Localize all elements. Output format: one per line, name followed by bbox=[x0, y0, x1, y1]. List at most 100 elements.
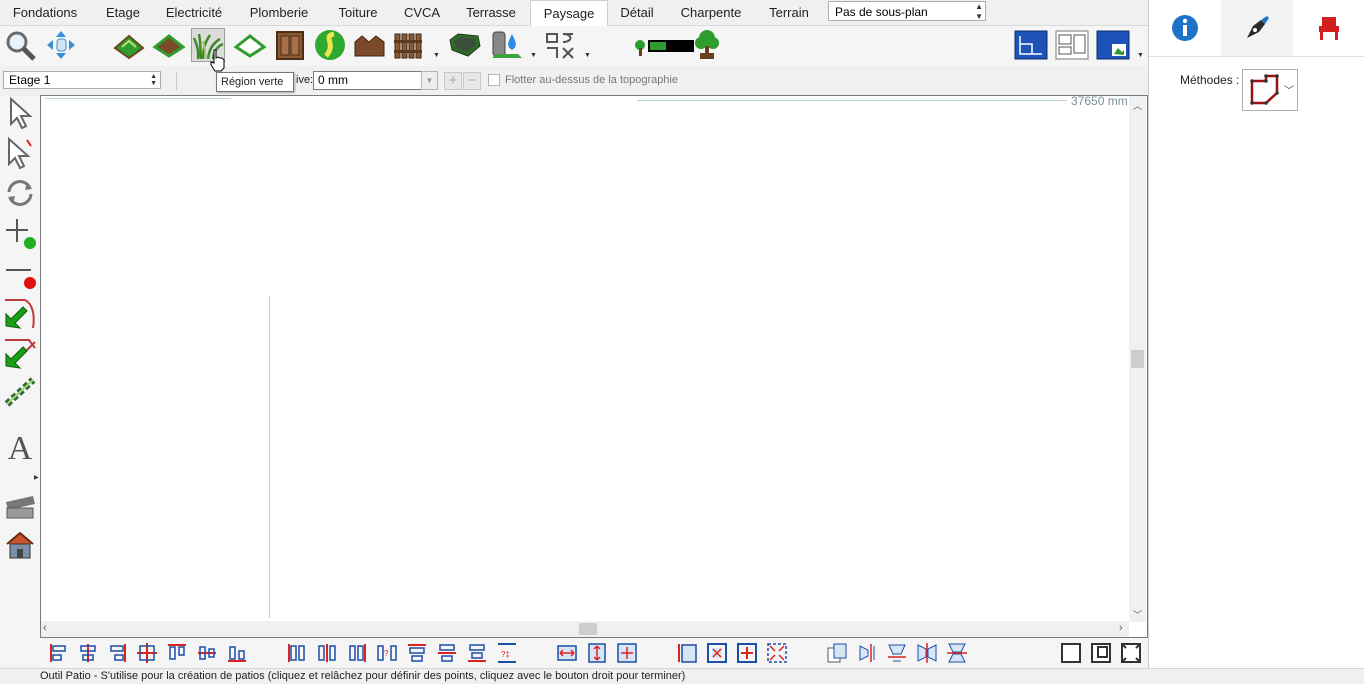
center-x-icon[interactable] bbox=[706, 642, 728, 664]
shrink-icon[interactable] bbox=[766, 642, 788, 664]
green-terrain-icon bbox=[113, 34, 145, 60]
center-plus-icon[interactable] bbox=[736, 642, 758, 664]
vertical-scrollbar[interactable]: ︿ ﹀ bbox=[1129, 96, 1146, 622]
tree-icon bbox=[695, 30, 719, 59]
connector-button[interactable] bbox=[543, 28, 577, 62]
scroll-right-icon[interactable]: › bbox=[1119, 622, 1123, 634]
tab-charpente[interactable]: Charpente bbox=[672, 0, 750, 25]
irrigation-button[interactable] bbox=[490, 28, 524, 62]
rotate-button[interactable] bbox=[3, 176, 37, 210]
fence-dropdown-icon[interactable]: ▼ bbox=[433, 52, 440, 59]
arc-edit-button[interactable] bbox=[3, 296, 37, 330]
scroll-down-icon[interactable]: ﹀ bbox=[1133, 608, 1142, 621]
planting-bed-button[interactable] bbox=[152, 28, 186, 62]
elevation-dropdown-icon[interactable]: ▼ bbox=[421, 71, 438, 90]
tab-plomberie[interactable]: Plomberie bbox=[240, 0, 318, 25]
tab-fondations[interactable]: Fondations bbox=[2, 0, 88, 25]
distribute-right-icon[interactable] bbox=[346, 642, 368, 664]
edging-button[interactable] bbox=[353, 28, 387, 62]
horizontal-scroll-thumb[interactable] bbox=[579, 623, 597, 635]
zoom-button[interactable] bbox=[3, 28, 37, 62]
connector-dropdown-icon[interactable]: ▼ bbox=[584, 52, 591, 59]
resize-height-icon[interactable] bbox=[586, 642, 608, 664]
align-right-icon[interactable] bbox=[106, 642, 128, 664]
tab-cvca[interactable]: CVCA bbox=[397, 0, 447, 25]
space-vertical-icon[interactable]: ?‡ bbox=[496, 642, 518, 664]
distribute-top-icon[interactable] bbox=[406, 642, 428, 664]
plant-growth-button[interactable] bbox=[632, 28, 694, 62]
mirror-top-icon[interactable] bbox=[886, 642, 908, 664]
align-center-icon[interactable] bbox=[77, 642, 99, 664]
corner-frame-icon[interactable] bbox=[1120, 642, 1142, 664]
text-dropdown-icon[interactable]: ▶ bbox=[34, 474, 39, 481]
mirror-left-icon[interactable] bbox=[856, 642, 878, 664]
fence-button[interactable] bbox=[392, 28, 426, 62]
terrain-region-button[interactable] bbox=[112, 28, 146, 62]
elevation-input[interactable]: 0 mm bbox=[313, 71, 423, 90]
line-edit-button[interactable] bbox=[3, 336, 37, 370]
increase-button[interactable]: + bbox=[444, 72, 462, 90]
floor-select[interactable]: Etage 1 ▲ ▼ bbox=[3, 71, 161, 89]
irrigation-dropdown-icon[interactable]: ▼ bbox=[530, 52, 537, 59]
plant-growth-icon bbox=[635, 40, 694, 56]
align-middle-icon[interactable] bbox=[196, 642, 218, 664]
drawing-canvas[interactable]: 37650 mm bbox=[40, 94, 1148, 638]
svg-text:?‡: ?‡ bbox=[501, 650, 510, 659]
float-checkbox-label: Flotter au-dessus de la topographie bbox=[505, 74, 679, 86]
tab-etage[interactable]: Etage bbox=[92, 0, 154, 25]
copy-paste-icon[interactable] bbox=[826, 642, 848, 664]
plant-button[interactable] bbox=[690, 28, 724, 62]
resize-width-icon[interactable] bbox=[556, 642, 578, 664]
style-tab[interactable] bbox=[1221, 0, 1293, 56]
add-point-button[interactable] bbox=[3, 216, 37, 250]
tab-terrasse[interactable]: Terrasse bbox=[458, 0, 524, 25]
methods-dropdown[interactable]: ﹀ bbox=[1242, 69, 1298, 111]
select-button[interactable] bbox=[3, 96, 37, 130]
text-button[interactable]: A bbox=[3, 430, 37, 467]
match-height-icon[interactable] bbox=[676, 642, 698, 664]
tab-paysage[interactable]: Paysage bbox=[530, 0, 608, 27]
info-tab[interactable] bbox=[1149, 0, 1221, 56]
distribute-bottom-icon[interactable] bbox=[466, 642, 488, 664]
elevation-view-button[interactable] bbox=[1096, 28, 1130, 62]
view-dropdown-icon[interactable]: ▼ bbox=[1137, 52, 1144, 59]
float-checkbox[interactable] bbox=[488, 74, 500, 86]
left-toolbar: A ▶ bbox=[0, 96, 40, 666]
region-outline-button[interactable] bbox=[233, 28, 267, 62]
align-bottom-icon[interactable] bbox=[226, 642, 248, 664]
distribute-left-icon[interactable] bbox=[286, 642, 308, 664]
layout-view-button[interactable] bbox=[1055, 28, 1089, 62]
furniture-tab[interactable] bbox=[1293, 0, 1364, 56]
decrease-button[interactable]: − bbox=[463, 72, 481, 90]
tab-terrain[interactable]: Terrain bbox=[760, 0, 818, 25]
select-edge-button[interactable] bbox=[3, 136, 37, 170]
scroll-left-icon[interactable]: ‹ bbox=[43, 622, 47, 634]
single-frame-icon[interactable] bbox=[1060, 642, 1082, 664]
camera-button[interactable] bbox=[3, 488, 37, 522]
pan-button[interactable] bbox=[44, 28, 78, 62]
distribute-middle-icon[interactable] bbox=[436, 642, 458, 664]
tab-detail[interactable]: Détail bbox=[612, 0, 662, 25]
align-top-icon[interactable] bbox=[166, 642, 188, 664]
distribute-center-icon[interactable] bbox=[316, 642, 338, 664]
space-horizontal-icon[interactable]: ? bbox=[376, 642, 398, 664]
tab-toiture[interactable]: Toiture bbox=[327, 0, 389, 25]
mirror-horizontal-icon[interactable] bbox=[916, 642, 938, 664]
plan-view-button[interactable] bbox=[1014, 28, 1048, 62]
nested-frame-icon[interactable] bbox=[1090, 642, 1112, 664]
horizontal-scrollbar[interactable]: ‹ › bbox=[41, 621, 1129, 637]
align-center-both-icon[interactable] bbox=[136, 642, 158, 664]
tab-electricite[interactable]: Electricité bbox=[158, 0, 230, 25]
scroll-up-icon[interactable]: ︿ bbox=[1133, 99, 1142, 112]
vertical-scroll-thumb[interactable] bbox=[1131, 350, 1144, 368]
pond-button[interactable] bbox=[448, 28, 482, 62]
delete-point-button[interactable] bbox=[3, 256, 37, 290]
chain-button[interactable] bbox=[3, 376, 37, 410]
subplan-select[interactable]: Pas de sous-plan ▲ ▼ bbox=[828, 1, 986, 21]
mirror-vertical-icon[interactable] bbox=[946, 642, 968, 664]
building-view-button[interactable] bbox=[3, 528, 37, 562]
resize-both-icon[interactable] bbox=[616, 642, 638, 664]
align-left-icon[interactable] bbox=[48, 642, 70, 664]
path-button[interactable] bbox=[313, 28, 347, 62]
cabinet-button[interactable] bbox=[273, 28, 307, 62]
